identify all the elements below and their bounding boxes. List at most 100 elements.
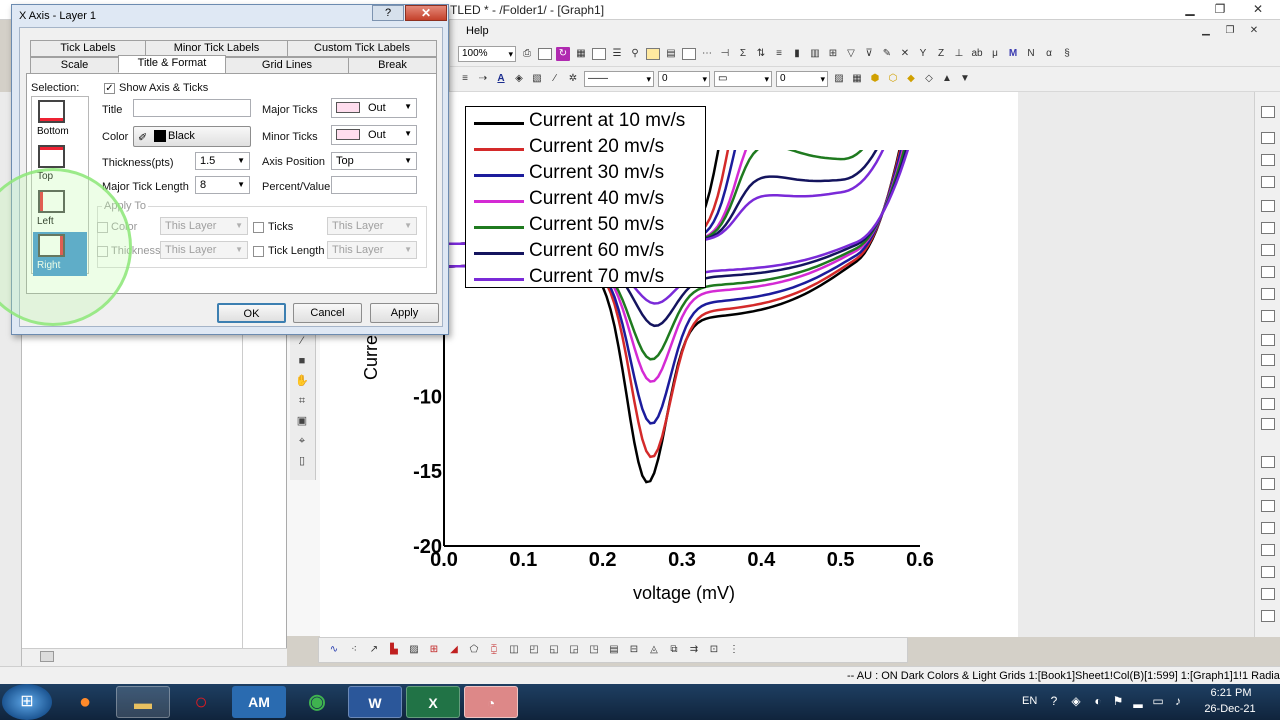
line-tool-icon[interactable]: ⁄	[294, 334, 310, 348]
panel4-icon[interactable]	[1261, 522, 1275, 534]
apply-ticklength-select[interactable]: This Layer	[327, 241, 417, 259]
ternary-icon[interactable]: ◬	[647, 643, 661, 657]
y-icon[interactable]: Y	[916, 47, 930, 61]
network-tray-icon[interactable]: ◐	[1090, 693, 1106, 709]
print-icon[interactable]: ⎙	[520, 47, 534, 61]
major-tick-length-select[interactable]: 8	[195, 176, 250, 194]
symbol-size-select[interactable]: 0	[776, 71, 828, 87]
line-symbol-icon[interactable]: ↗	[367, 643, 381, 657]
marker-icon[interactable]: ✲	[566, 72, 580, 86]
contour-icon[interactable]: ▨	[407, 643, 421, 657]
panel8-icon[interactable]	[1261, 610, 1275, 622]
panel7-icon[interactable]	[1261, 588, 1275, 600]
layer-linked-icon[interactable]	[1261, 200, 1275, 212]
show-axis-checkbox[interactable]: ✓	[104, 83, 115, 94]
apply-thickness-select[interactable]: This Layer	[160, 241, 248, 259]
back-icon[interactable]: ◇	[922, 72, 936, 86]
dialog-close-button[interactable]: ✕	[405, 5, 447, 21]
ss-icon[interactable]: §	[1060, 47, 1074, 61]
axis-position-select[interactable]: Top	[331, 152, 417, 170]
close-x-icon[interactable]: ✕	[898, 47, 912, 61]
scrollbar-thumb[interactable]	[40, 651, 54, 662]
legend-entry[interactable]: Current at 10 mv/s	[474, 109, 704, 135]
layer-right-icon[interactable]	[1261, 176, 1275, 188]
minimize-icon[interactable]: ▁	[1176, 0, 1204, 18]
line-color-icon[interactable]: ∕	[548, 72, 562, 86]
rectangle-tool-icon[interactable]: ■	[294, 354, 310, 368]
front-icon[interactable]: ◆	[904, 72, 918, 86]
start-button[interactable]: ⊞	[2, 684, 52, 720]
language-indicator[interactable]: EN	[1022, 695, 1037, 707]
command-window-icon[interactable]	[682, 48, 696, 60]
fill-color-icon[interactable]: ◈	[512, 72, 526, 86]
file-explorer-icon[interactable]: ▬	[116, 686, 170, 718]
minor-ticks-select[interactable]: Out	[331, 125, 417, 145]
legend-entry[interactable]: Current 70 mv/s	[474, 265, 704, 291]
selection-bottom[interactable]: Bottom	[33, 98, 87, 142]
major-ticks-select[interactable]: Out	[331, 98, 417, 118]
column-plot-icon[interactable]: ▙	[387, 643, 401, 657]
legend-entry[interactable]: Current 50 mv/s	[474, 213, 704, 239]
merge-icon[interactable]	[1261, 222, 1275, 234]
pen-icon[interactable]: ✎	[880, 47, 894, 61]
sum-icon[interactable]: Σ	[736, 47, 750, 61]
close-icon[interactable]: ✕	[1240, 0, 1276, 18]
font-color-icon[interactable]: A	[494, 72, 508, 86]
table-icon[interactable]	[1261, 418, 1275, 430]
shield-tray-icon[interactable]: ◈	[1068, 693, 1084, 709]
more-plots-icon[interactable]: ⋮	[727, 643, 741, 657]
hatch-icon[interactable]: ▨	[832, 72, 846, 86]
legend-icon[interactable]	[1261, 354, 1275, 366]
cancel-button[interactable]: Cancel	[293, 303, 362, 323]
volume-tray-icon[interactable]: ♪	[1170, 693, 1186, 709]
smith-icon[interactable]: ⊟	[627, 643, 641, 657]
title-input[interactable]	[133, 99, 251, 117]
flag-tray-icon[interactable]: ⚑	[1110, 693, 1126, 709]
n-icon[interactable]: N	[1024, 47, 1038, 61]
legend-entry[interactable]: Current 20 mv/s	[474, 135, 704, 161]
clock-icon[interactable]	[1261, 398, 1275, 410]
color-scale-icon[interactable]	[1261, 376, 1275, 388]
tab-grid-lines[interactable]: Grid Lines	[225, 57, 349, 74]
polar-icon[interactable]: ⬠	[467, 643, 481, 657]
hand-tool-icon[interactable]: ✋	[294, 374, 310, 388]
panel5-icon[interactable]	[1261, 544, 1275, 556]
tab-title-format[interactable]: Title & Format	[118, 55, 226, 73]
excel-icon[interactable]: X	[406, 686, 460, 718]
add-text-icon[interactable]: ⊣	[718, 47, 732, 61]
code-builder-icon[interactable]	[592, 48, 606, 60]
mu-icon[interactable]: μ	[988, 47, 1002, 61]
z-icon[interactable]: Z	[934, 47, 948, 61]
area-plot-icon[interactable]: ◢	[447, 643, 461, 657]
tray-time[interactable]: 6:21 PM	[1205, 687, 1257, 699]
pattern-icon[interactable]: ▧	[530, 72, 544, 86]
m-icon[interactable]: M	[1006, 47, 1020, 61]
signal-tray-icon[interactable]: ▂	[1130, 693, 1146, 709]
new-layer-icon[interactable]	[1261, 132, 1275, 144]
menu-help[interactable]: Help	[466, 25, 489, 37]
restore-icon[interactable]: ❐	[1206, 0, 1234, 18]
clip-tool-icon[interactable]: ▯	[294, 454, 310, 468]
rescale-icon[interactable]	[1261, 106, 1275, 118]
bar-chart-icon[interactable]: ▮	[790, 47, 804, 61]
dialog-help-button[interactable]: ?	[372, 5, 404, 21]
panel6-icon[interactable]	[1261, 566, 1275, 578]
filter-icon[interactable]: ▽	[844, 47, 858, 61]
taskbar-am-app[interactable]: AM	[232, 686, 286, 718]
align-icon[interactable]: ≡	[772, 47, 786, 61]
align-left-icon[interactable]: ≡	[458, 72, 472, 86]
line-style-icon[interactable]: ⇢	[476, 72, 490, 86]
arrange-icon[interactable]	[1261, 244, 1275, 256]
tab-custom-tick-labels[interactable]: Custom Tick Labels	[287, 40, 437, 57]
grid-icon[interactable]: ▦	[850, 72, 864, 86]
stat-plot-icon[interactable]: ⊞	[427, 643, 441, 657]
multi-panel-icon[interactable]: ◰	[527, 643, 541, 657]
line-style-select[interactable]: ——	[584, 71, 654, 87]
border-select[interactable]: ▭	[714, 71, 772, 87]
zoom-select[interactable]: 100%	[458, 46, 516, 62]
firefox-icon[interactable]: ●	[58, 686, 112, 718]
plot-legend[interactable]: Current at 10 mv/s Current 20 mv/s Current…	[465, 106, 706, 288]
greek-icon[interactable]: α	[1042, 47, 1056, 61]
waterfall-icon[interactable]: ◱	[547, 643, 561, 657]
sort-icon[interactable]: ⇅	[754, 47, 768, 61]
